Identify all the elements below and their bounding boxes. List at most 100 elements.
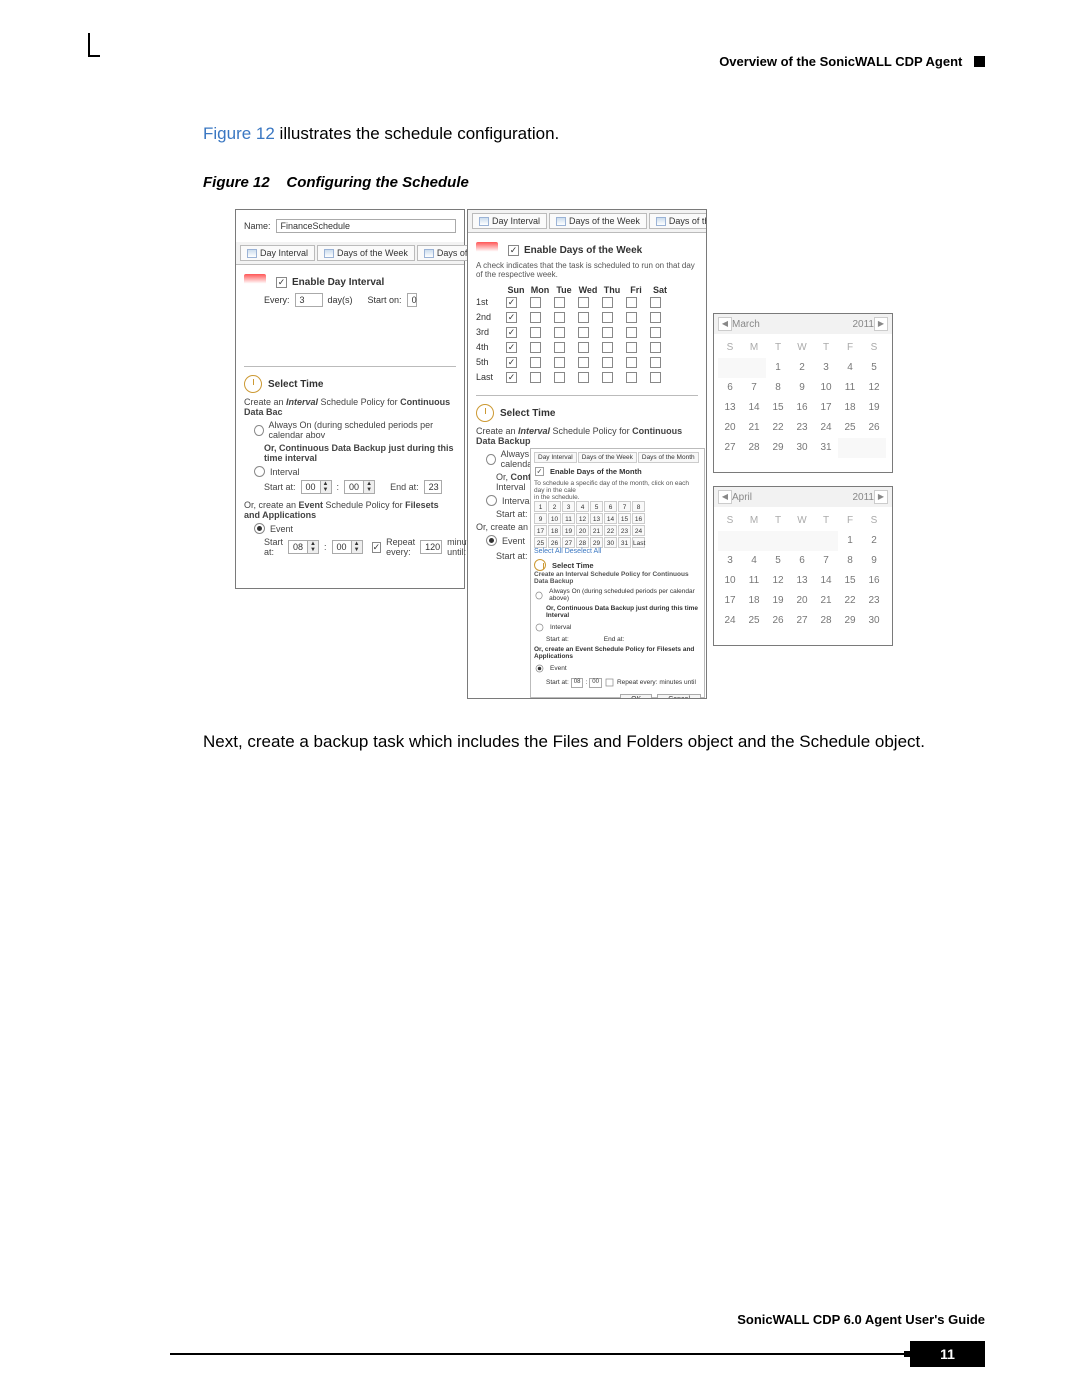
month-day-button[interactable]: 9	[534, 513, 547, 524]
cal-day[interactable]: 11	[838, 378, 862, 398]
cal-day[interactable]: 2	[862, 531, 886, 551]
month-day-button[interactable]: 10	[548, 513, 561, 524]
cal-day[interactable]: 22	[838, 591, 862, 611]
cal-day[interactable]: 24	[718, 611, 742, 631]
week-day-checkbox[interactable]	[650, 312, 661, 323]
cal-day[interactable]: 9	[790, 378, 814, 398]
month-day-button[interactable]: 12	[576, 513, 589, 524]
cal-day[interactable]: 10	[718, 571, 742, 591]
month-day-button[interactable]: 8	[632, 501, 645, 512]
week-day-checkbox[interactable]	[578, 372, 589, 383]
cal-day[interactable]: 14	[742, 398, 766, 418]
cal-day[interactable]: 12	[862, 378, 886, 398]
cal-day[interactable]: 29	[766, 438, 790, 458]
week-day-checkbox[interactable]	[602, 342, 613, 353]
week-day-checkbox[interactable]	[554, 327, 565, 338]
month-day-button[interactable]: 15	[618, 513, 631, 524]
month-day-button[interactable]: 22	[604, 525, 617, 536]
cal-day[interactable]: 23	[790, 418, 814, 438]
calendar-table[interactable]: SMTWTFS123456789101112131415161718192021…	[714, 507, 892, 635]
end-hour-input[interactable]: 23	[424, 480, 442, 494]
cal-day[interactable]: 3	[814, 358, 838, 378]
week-day-checkbox[interactable]	[650, 297, 661, 308]
cancel-button[interactable]: Cancel	[657, 694, 701, 699]
next-month-button[interactable]: ▶	[874, 317, 888, 331]
week-day-checkbox[interactable]	[626, 297, 637, 308]
cal-day[interactable]: 15	[838, 571, 862, 591]
prev-month-button[interactable]: ◀	[718, 490, 732, 504]
week-day-checkbox[interactable]	[626, 312, 637, 323]
week-day-checkbox[interactable]	[506, 312, 517, 323]
month-day-button[interactable]: 1	[534, 501, 547, 512]
cal-day[interactable]: 17	[718, 591, 742, 611]
start-min-spinner[interactable]: 00▲▼	[344, 480, 375, 494]
week-day-checkbox[interactable]	[506, 297, 517, 308]
cal-day[interactable]: 26	[862, 418, 886, 438]
calendar-table[interactable]: SMTWTFS123456789101112131415161718192021…	[714, 334, 892, 462]
week-day-checkbox[interactable]	[578, 312, 589, 323]
name-input[interactable]: FinanceSchedule	[276, 219, 456, 233]
mini-always-radio[interactable]	[536, 591, 543, 599]
month-day-button[interactable]: 28	[576, 537, 589, 548]
month-day-button[interactable]: 27	[562, 537, 575, 548]
month-day-button[interactable]: 23	[618, 525, 631, 536]
cal-day[interactable]: 19	[766, 591, 790, 611]
down-arrow-icon[interactable]: ▼	[307, 547, 318, 553]
month-day-button[interactable]: 18	[548, 525, 561, 536]
cal-day[interactable]: 29	[838, 611, 862, 631]
month-day-button[interactable]: 19	[562, 525, 575, 536]
cal-day[interactable]: 17	[814, 398, 838, 418]
down-arrow-icon[interactable]: ▼	[320, 487, 331, 493]
mini-select-links[interactable]: Select All Deselect All	[534, 548, 701, 555]
cal-day[interactable]: 19	[862, 398, 886, 418]
week-day-checkbox[interactable]	[626, 357, 637, 368]
interval-radio[interactable]	[254, 466, 265, 477]
month-day-button[interactable]: 7	[618, 501, 631, 512]
cal-day[interactable]: 15	[766, 398, 790, 418]
cal-day[interactable]: 5	[862, 358, 886, 378]
month-day-button[interactable]: 13	[590, 513, 603, 524]
month-day-button[interactable]: 21	[590, 525, 603, 536]
month-day-button[interactable]: 29	[590, 537, 603, 548]
mini-tab[interactable]: Day Interval	[534, 452, 577, 463]
week-day-checkbox[interactable]	[506, 357, 517, 368]
cal-day[interactable]: 13	[718, 398, 742, 418]
cal-day[interactable]: 18	[742, 591, 766, 611]
cal-day[interactable]: 18	[838, 398, 862, 418]
month-day-button[interactable]: 2	[548, 501, 561, 512]
repeat-value-input[interactable]: 120	[420, 540, 442, 554]
month-day-button[interactable]: 16	[632, 513, 645, 524]
week-day-checkbox[interactable]	[530, 312, 541, 323]
tab-day-interval[interactable]: Day Interval	[240, 245, 315, 261]
down-arrow-icon[interactable]: ▼	[351, 547, 362, 553]
enable-days-of-week-checkbox[interactable]	[508, 245, 519, 256]
week-day-checkbox[interactable]	[602, 357, 613, 368]
always-on-radio[interactable]	[486, 454, 496, 465]
cal-day[interactable]: 6	[790, 551, 814, 571]
event-radio[interactable]	[486, 535, 497, 546]
week-day-checkbox[interactable]	[602, 297, 613, 308]
mini-ev-h[interactable]: 08	[571, 678, 584, 688]
week-day-checkbox[interactable]	[554, 372, 565, 383]
week-day-checkbox[interactable]	[602, 312, 613, 323]
week-day-checkbox[interactable]	[554, 342, 565, 353]
mini-enable-checkbox[interactable]	[535, 467, 544, 476]
cal-day[interactable]: 28	[742, 438, 766, 458]
month-day-button[interactable]: 26	[548, 537, 561, 548]
cal-day[interactable]: 6	[718, 378, 742, 398]
cal-day[interactable]: 28	[814, 611, 838, 631]
ev-min-spinner[interactable]: 00▲▼	[332, 540, 363, 554]
cal-day[interactable]: 16	[790, 398, 814, 418]
down-arrow-icon[interactable]: ▼	[363, 487, 374, 493]
week-day-checkbox[interactable]	[626, 372, 637, 383]
week-day-checkbox[interactable]	[506, 372, 517, 383]
week-day-checkbox[interactable]	[578, 297, 589, 308]
week-day-checkbox[interactable]	[578, 342, 589, 353]
week-day-checkbox[interactable]	[506, 327, 517, 338]
mini-tab[interactable]: Days of the Month	[638, 452, 699, 463]
week-day-checkbox[interactable]	[626, 327, 637, 338]
cal-day[interactable]: 30	[790, 438, 814, 458]
week-day-checkbox[interactable]	[530, 372, 541, 383]
cal-day[interactable]: 13	[790, 571, 814, 591]
cal-day[interactable]: 21	[814, 591, 838, 611]
